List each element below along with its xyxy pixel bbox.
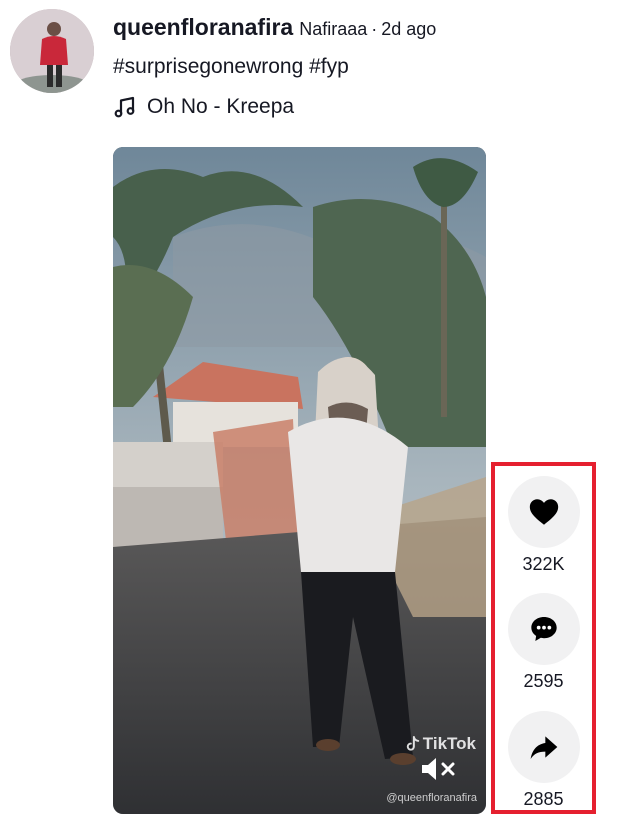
like-count: 322K: [522, 554, 565, 574]
like-button[interactable]: [507, 476, 580, 548]
watermark-handle: @queenfloranafira: [386, 792, 477, 804]
author-nickname[interactable]: Nafiraaa: [299, 19, 367, 39]
action-panel-highlight: 322K 2595 2885: [491, 462, 596, 814]
music-link[interactable]: Oh No - Kreepa: [113, 95, 294, 119]
heart-icon: [529, 499, 558, 525]
like-action: 322K: [495, 476, 592, 575]
tiktok-watermark: TikTok: [406, 734, 476, 754]
music-title: Oh No - Kreepa: [147, 95, 295, 118]
mute-button[interactable]: [420, 754, 460, 784]
share-button[interactable]: [507, 711, 580, 783]
post-container: queenfloranafira Nafiraaa · 2d ago #surpris…: [0, 0, 618, 823]
share-action: 2885: [495, 711, 592, 810]
share-count: 2885: [523, 789, 564, 809]
comment-icon: [530, 617, 557, 641]
comment-count: 2595: [523, 671, 564, 691]
comment-button[interactable]: [507, 593, 580, 665]
share-arrow-icon: [530, 736, 557, 759]
video-player[interactable]: TikTok @queenfloranafira: [113, 147, 486, 814]
avatar[interactable]: [10, 9, 94, 93]
music-note-icon: [114, 96, 135, 118]
tiktok-logo-icon: [406, 736, 419, 751]
speaker-muted-icon: [422, 758, 455, 780]
video-frame: [113, 147, 486, 814]
author-line: queenfloranafira Nafiraaa · 2d ago: [113, 14, 436, 41]
post-time: 2d ago: [381, 19, 437, 39]
avatar-image: [10, 9, 94, 93]
comment-action: 2595: [495, 593, 592, 692]
watermark-text: TikTok: [422, 734, 476, 753]
post-caption[interactable]: #surprisegonewrong #fyp: [113, 55, 349, 79]
separator-dot: ·: [371, 19, 378, 39]
author-username[interactable]: queenfloranafira: [113, 14, 293, 40]
